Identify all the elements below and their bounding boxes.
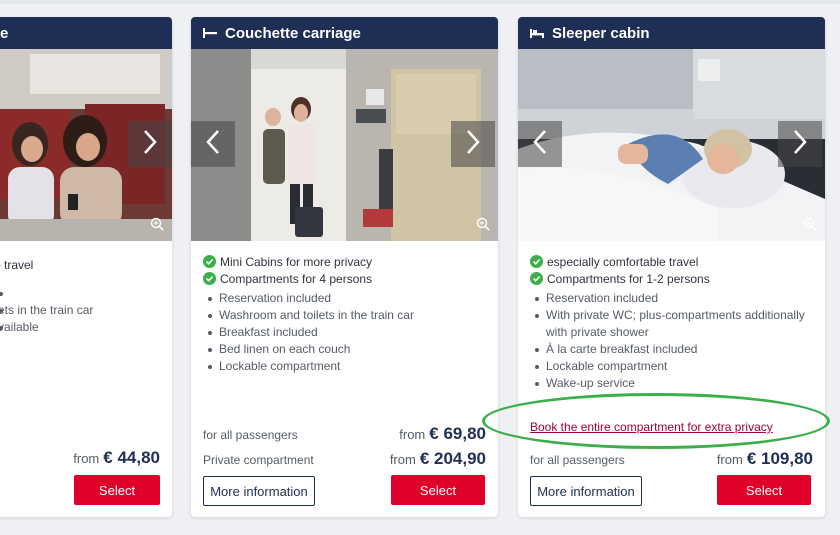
card-photo xyxy=(191,49,498,241)
chevron-left-icon xyxy=(533,129,547,160)
price-amount: € 204,90 xyxy=(419,449,486,468)
select-button[interactable]: Select xyxy=(74,475,160,505)
card-title: Sleeper cabin xyxy=(552,24,650,42)
price-amount: € 44,80 xyxy=(103,448,160,467)
more-information-button[interactable]: More information xyxy=(530,476,642,506)
feature-item: Compartments for 1-2 persons xyxy=(530,270,813,287)
price-amount: € 109,80 xyxy=(746,449,813,468)
price-row: from € 44,80 xyxy=(2,448,160,468)
zoom-icon[interactable] xyxy=(801,215,819,233)
card-title: Couchette carriage xyxy=(225,24,361,42)
page-top-strip xyxy=(0,0,840,4)
chevron-left-icon xyxy=(206,129,220,160)
list-item: Washroom and toilets in the train car xyxy=(203,307,486,324)
card-header: e xyxy=(0,17,172,49)
price-from-label: from xyxy=(399,427,426,442)
feature-list: Reservation included Washroom and toilet… xyxy=(203,290,486,375)
list-item: vailable xyxy=(0,319,160,336)
price-from-label: from xyxy=(716,452,743,467)
carousel-prev-button[interactable] xyxy=(191,121,235,167)
list-item: With private WC; plus-compartments addit… xyxy=(530,307,813,341)
price-label: for all passengers xyxy=(530,453,625,467)
check-icon xyxy=(530,272,543,285)
price-label: Private compartment xyxy=(203,453,314,467)
feature-item: Compartments for 4 persons xyxy=(203,270,486,287)
feature-item: Mini Cabins for more privacy xyxy=(203,253,486,270)
list-item: Reservation included xyxy=(530,290,813,307)
price-from-label: from xyxy=(73,451,100,466)
seat-card: e o travel xyxy=(0,17,172,517)
list-item: Bed linen on each couch xyxy=(203,341,486,358)
list-item: Wake-up service xyxy=(530,375,813,392)
select-button[interactable]: Select xyxy=(391,475,485,505)
list-item: Lockable compartment xyxy=(203,358,486,375)
select-button[interactable]: Select xyxy=(717,475,811,505)
card-header: Sleeper cabin xyxy=(518,17,825,49)
chevron-right-icon xyxy=(466,129,480,160)
carousel-next-button[interactable] xyxy=(128,121,172,167)
check-icon xyxy=(203,272,216,285)
price-label: for all passengers xyxy=(203,428,298,442)
list-item: l xyxy=(0,285,160,302)
card-body: o travel l ets in the train car vailable xyxy=(0,241,172,336)
card-header: Couchette carriage xyxy=(191,17,498,49)
carousel-prev-button[interactable] xyxy=(518,121,562,167)
check-icon xyxy=(530,255,543,268)
list-item: Breakfast included xyxy=(203,324,486,341)
more-information-button[interactable]: More information xyxy=(203,476,315,506)
book-entire-compartment-link[interactable]: Book the entire compartment for extra pr… xyxy=(530,420,773,434)
list-item: ets in the train car xyxy=(0,302,160,319)
list-item: À la carte breakfast included xyxy=(530,341,813,358)
price-from-label: from xyxy=(389,452,416,467)
price-row: for all passengers from € 69,80 xyxy=(203,424,486,444)
feature-list: l ets in the train car vailable xyxy=(0,285,160,336)
chevron-right-icon xyxy=(793,129,807,160)
carousel-next-button[interactable] xyxy=(451,121,495,167)
price-row: for all passengers from € 109,80 xyxy=(530,449,813,469)
chevron-right-icon xyxy=(143,129,157,160)
card-body: Mini Cabins for more privacy Compartment… xyxy=(191,241,498,375)
couchette-icon xyxy=(203,28,217,38)
carousel-next-button[interactable] xyxy=(778,121,822,167)
price-row: Private compartment from € 204,90 xyxy=(203,449,486,469)
card-photo xyxy=(0,49,172,241)
check-icon xyxy=(203,255,216,268)
bed-icon xyxy=(530,28,544,38)
feature-item: especially comfortable travel xyxy=(530,253,813,270)
list-item: Lockable compartment xyxy=(530,358,813,375)
zoom-icon[interactable] xyxy=(148,215,166,233)
sleeper-card: Sleeper cabin especially comfortable tra… xyxy=(518,17,825,517)
price-amount: € 69,80 xyxy=(429,424,486,443)
zoom-icon[interactable] xyxy=(474,215,492,233)
feature-item: o travel xyxy=(0,257,34,272)
list-item: Reservation included xyxy=(203,290,486,307)
feature-list: Reservation included With private WC; pl… xyxy=(530,290,813,392)
card-body: especially comfortable travel Compartmen… xyxy=(518,241,825,392)
card-title: e xyxy=(0,24,9,42)
card-photo xyxy=(518,49,825,241)
couchette-card: Couchette carriage Mini Cabins for more … xyxy=(191,17,498,517)
